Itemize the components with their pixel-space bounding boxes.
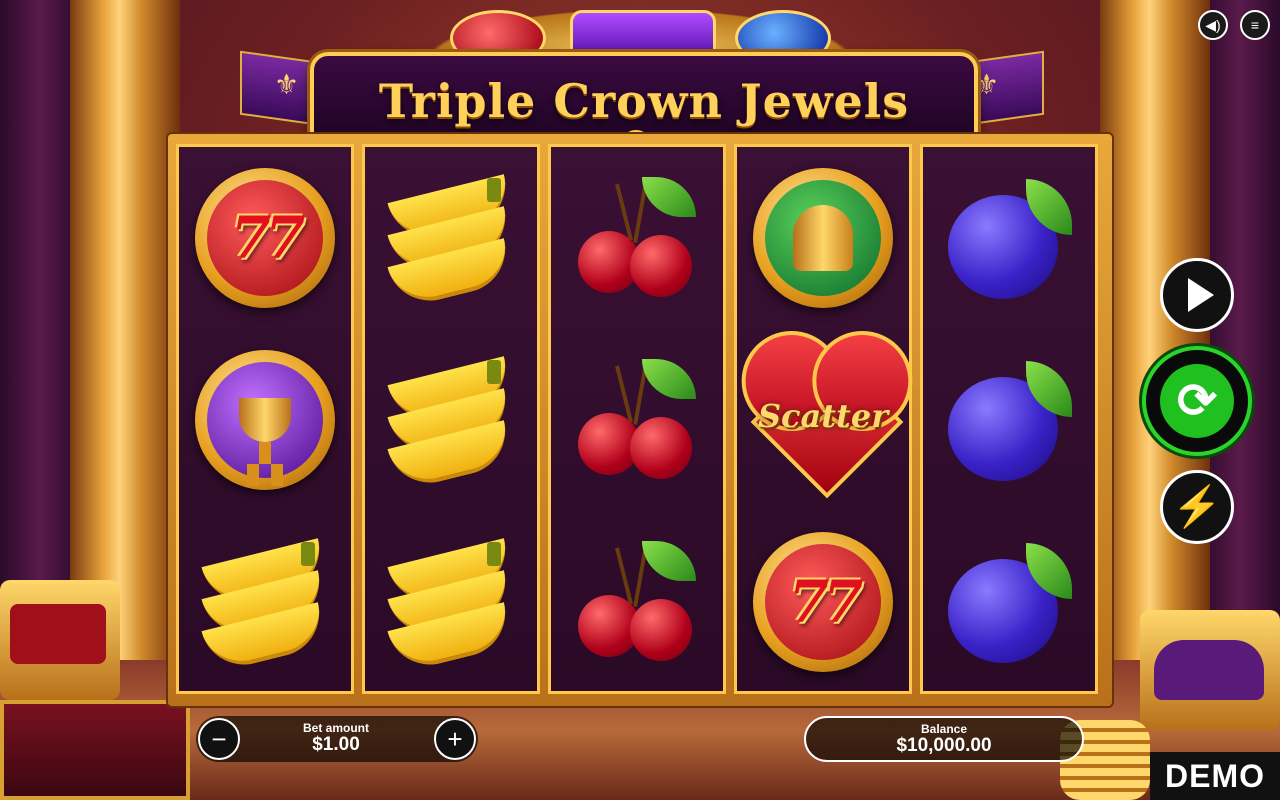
balance-value: $10,000.00 (896, 735, 992, 756)
banana-icon (195, 538, 335, 674)
spin-arrows-icon: ⟳ (1160, 364, 1234, 438)
menu-button[interactable]: ≡ (1240, 10, 1270, 40)
fleur-de-lis-icon: ⚜ (274, 69, 300, 100)
plum-icon (944, 355, 1074, 485)
banana-icon (381, 538, 521, 674)
symbol-plum (923, 511, 1095, 693)
autoplay-button[interactable] (1160, 258, 1234, 332)
decrease-bet-button[interactable]: − (198, 718, 240, 760)
symbol-cherry (551, 511, 723, 693)
plum-icon (944, 537, 1074, 667)
reel-5 (920, 144, 1098, 694)
banana-icon (381, 174, 521, 310)
speaker-icon: ◀) (1205, 16, 1221, 33)
plum-icon (944, 173, 1074, 303)
symbol-cherry (551, 329, 723, 511)
symbol-banana (179, 511, 351, 693)
banana-icon (381, 356, 521, 492)
symbol-plum (923, 147, 1095, 329)
sound-toggle-button[interactable]: ◀) (1198, 10, 1228, 40)
scatter-label: Scatter (757, 397, 889, 435)
symbol-plum (923, 329, 1095, 511)
lightning-bolt-icon: ⚡ (1172, 485, 1222, 529)
symbol-cherry (551, 147, 723, 329)
reel-2 (362, 144, 540, 694)
reel-4: Scatter 77 (734, 144, 912, 694)
treasure-chest-decoration (0, 700, 190, 800)
symbol-banana (365, 147, 537, 329)
turbo-button[interactable]: ⚡ (1160, 470, 1234, 544)
balance-panel: Balance $10,000.00 (804, 716, 1084, 762)
reel-1: 77 (176, 144, 354, 694)
scatter-heart-icon: Scatter (748, 345, 904, 499)
bet-amount-value: $1.00 (312, 734, 360, 755)
hamburger-menu-icon: ≡ (1250, 17, 1260, 33)
reel-frame: 77 Scatter 77 (168, 134, 1112, 706)
symbol-seven: 77 (737, 511, 909, 693)
cherry-icon (572, 355, 702, 485)
balance-label: Balance (920, 722, 968, 736)
demo-badge: DEMO (1150, 752, 1280, 800)
symbol-banana (365, 511, 537, 693)
bell-icon (793, 205, 853, 271)
trophy-icon (239, 398, 291, 464)
bet-amount-panel: − Bet amount $1.00 + (196, 716, 478, 762)
seven-icon: 77 (230, 204, 306, 272)
spin-button[interactable]: ⟳ (1142, 346, 1252, 456)
bet-amount-label: Bet amount (303, 721, 369, 735)
symbol-bell (737, 147, 909, 329)
game-title: Triple Crown Jewels (378, 74, 910, 128)
cherry-icon (572, 173, 702, 303)
increase-bet-button[interactable]: + (434, 718, 476, 760)
title-banner: ⚜ ⚜ Triple Crown Jewels (240, 10, 1044, 162)
symbol-banana (365, 329, 537, 511)
cherry-icon (572, 537, 702, 667)
symbol-trophy (179, 329, 351, 511)
crown-decoration-left (0, 580, 120, 700)
play-icon (1188, 278, 1214, 312)
seven-icon: 77 (788, 568, 864, 636)
symbol-scatter: Scatter (737, 329, 909, 511)
crown-decoration-right (1140, 610, 1280, 730)
symbol-seven: 77 (179, 147, 351, 329)
reel-3 (548, 144, 726, 694)
